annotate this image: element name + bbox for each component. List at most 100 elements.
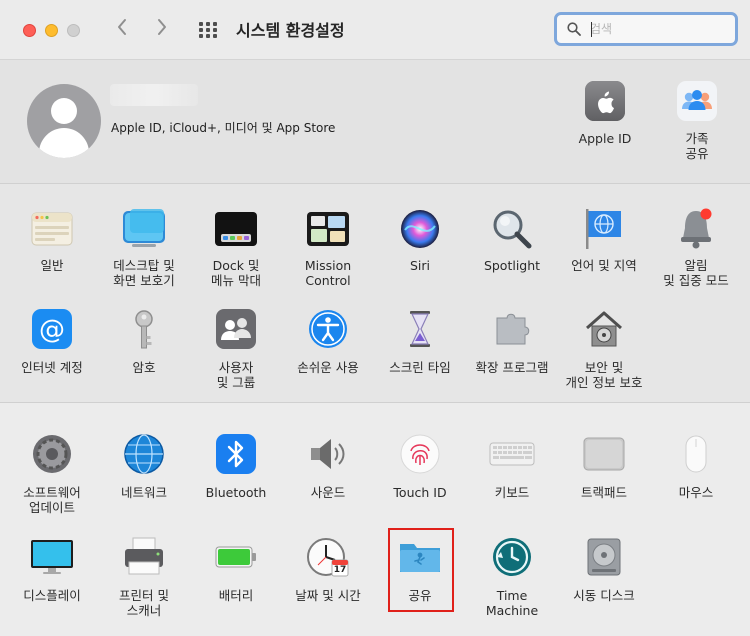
pane-accessibility[interactable]: 손쉬운 사용	[283, 308, 373, 375]
pane-family-sharing[interactable]: 가족 공유	[652, 80, 742, 161]
pane-trackpad[interactable]: 트랙패드	[559, 433, 649, 500]
accessibility-icon	[307, 308, 349, 350]
show-all-button[interactable]	[199, 22, 219, 38]
avatar[interactable]	[27, 84, 101, 158]
pane-label: Apple ID	[578, 131, 632, 146]
dock-icon	[213, 206, 259, 252]
pane-dock-menubar[interactable]: Dock 및 메뉴 막대	[191, 206, 281, 288]
pane-label: 손쉬운 사용	[297, 360, 359, 375]
hourglass-icon	[399, 308, 441, 350]
pane-software-update[interactable]: 소프트웨어 업데이트	[7, 433, 97, 515]
pane-siri[interactable]: Siri	[375, 206, 465, 273]
pane-language-region[interactable]: 언어 및 지역	[559, 206, 649, 273]
pane-label: 확장 프로그램	[475, 360, 549, 375]
window-title: 시스템 환경설정	[236, 21, 345, 40]
pane-extensions[interactable]: 확장 프로그램	[467, 308, 557, 375]
pane-screen-time[interactable]: 스크린 타임	[375, 308, 465, 375]
pane-label: 날짜 및 시간	[295, 588, 361, 603]
toolbar: 시스템 환경설정	[0, 0, 750, 60]
forward-button[interactable]	[152, 17, 172, 43]
close-button[interactable]	[23, 24, 36, 37]
pane-label: 암호	[132, 360, 156, 375]
clock-calendar-icon: 17	[305, 536, 351, 578]
pane-label: 업데이트	[28, 500, 75, 515]
trackpad-icon	[581, 433, 627, 475]
pane-label: Bluetooth	[205, 485, 267, 500]
pane-label: 소프트웨어	[23, 485, 81, 500]
printer-icon	[121, 536, 167, 578]
pane-label: 데스크탑 및	[113, 258, 175, 273]
pane-label: 네트워크	[120, 485, 167, 500]
pane-keyboard[interactable]: 키보드	[467, 433, 557, 500]
pane-users-groups[interactable]: 사용자 및 그룹	[191, 308, 281, 390]
pane-startup-disk[interactable]: 시동 디스크	[559, 536, 649, 603]
pane-spotlight[interactable]: Spotlight	[467, 206, 557, 273]
pane-label: 일반	[40, 258, 64, 273]
user-name-redacted	[110, 84, 198, 106]
pane-label: Touch ID	[393, 485, 447, 500]
pane-label: Machine	[485, 603, 539, 618]
pane-touch-id[interactable]: Touch ID	[375, 433, 465, 500]
pane-label: 및 그룹	[216, 375, 256, 390]
pane-label: 마우스	[678, 485, 714, 500]
pane-label: 메뉴 막대	[211, 273, 261, 288]
pane-label: 시동 디스크	[573, 588, 635, 603]
pane-label: Control	[305, 273, 351, 288]
pane-label: 언어 및 지역	[571, 258, 637, 273]
back-button[interactable]	[112, 17, 132, 43]
zoom-button[interactable]	[67, 24, 80, 37]
flag-icon	[581, 206, 627, 252]
pane-time-machine[interactable]: Time Machine	[467, 536, 557, 618]
gear-icon	[31, 433, 73, 475]
pane-label: 및 집중 모드	[663, 273, 729, 288]
pane-notifications-focus[interactable]: 알림 및 집중 모드	[651, 206, 741, 288]
bluetooth-icon	[215, 433, 257, 475]
apple-logo-icon	[584, 80, 626, 122]
system-preferences-window: 시스템 환경설정 Apple ID, iCloud+, 미디어 및 App St…	[0, 0, 750, 636]
pane-network[interactable]: 네트워크	[99, 433, 189, 500]
search-field[interactable]	[554, 12, 738, 46]
pane-printers-scanners[interactable]: 프린터 및 스캐너	[99, 536, 189, 618]
pane-sound[interactable]: 사운드	[283, 433, 373, 500]
text-caret	[591, 22, 592, 37]
puzzle-icon	[491, 308, 533, 350]
pane-label: 디스플레이	[23, 588, 81, 603]
search-icon	[567, 22, 581, 36]
svg-text:@: @	[39, 315, 65, 345]
globe-icon	[123, 433, 165, 475]
pane-general[interactable]: 일반	[7, 206, 97, 273]
keyboard-icon	[489, 433, 535, 475]
chevron-left-icon	[118, 19, 126, 35]
pane-label: 알림	[684, 258, 708, 273]
pane-battery[interactable]: 배터리	[191, 536, 281, 603]
account-subtitle[interactable]: Apple ID, iCloud+, 미디어 및 App Store	[111, 119, 335, 136]
pane-label: 공유	[685, 146, 709, 161]
house-lock-icon	[583, 308, 625, 350]
pane-label: Dock 및	[212, 258, 260, 273]
pane-label: 화면 보호기	[113, 273, 175, 288]
users-icon	[215, 308, 257, 350]
pane-label: 사운드	[310, 485, 346, 500]
mission-control-icon	[305, 206, 351, 252]
speaker-icon	[307, 433, 349, 475]
pane-security-privacy[interactable]: 보안 및 개인 정보 보호	[559, 308, 649, 390]
battery-icon	[213, 536, 259, 578]
pane-displays[interactable]: 디스플레이	[7, 536, 97, 603]
general-icon	[29, 206, 75, 252]
display-icon	[29, 536, 75, 578]
pane-passwords[interactable]: 암호	[99, 308, 189, 375]
pane-mouse[interactable]: 마우스	[651, 433, 741, 500]
pane-label: 인터넷 계정	[21, 360, 83, 375]
minimize-button[interactable]	[45, 24, 58, 37]
pane-date-time[interactable]: 17 날짜 및 시간	[283, 536, 373, 603]
pane-label: 배터리	[218, 588, 254, 603]
siri-icon	[397, 206, 443, 252]
search-input[interactable]	[590, 20, 725, 38]
pane-internet-accounts[interactable]: @ 인터넷 계정	[7, 308, 97, 375]
pane-mission-control[interactable]: Mission Control	[283, 206, 373, 288]
pane-desktop-screensaver[interactable]: 데스크탑 및 화면 보호기	[99, 206, 189, 288]
pane-label: 사용자	[218, 360, 254, 375]
pane-bluetooth[interactable]: Bluetooth	[191, 433, 281, 500]
pane-label: 키보드	[494, 485, 530, 500]
pane-apple-id[interactable]: Apple ID	[560, 80, 650, 146]
